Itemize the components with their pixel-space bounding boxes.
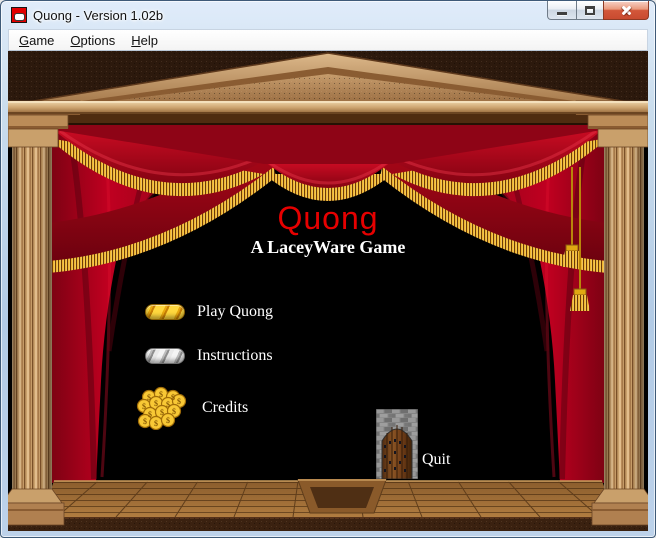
close-icon — [620, 4, 633, 17]
crossbeam — [8, 101, 648, 114]
prompter-box — [297, 479, 387, 514]
menu-options[interactable]: Options — [62, 31, 123, 50]
window-controls — [547, 1, 649, 20]
close-button[interactable] — [603, 1, 649, 20]
coin-pile-icon: $ $ $$ $ $ $$ $ $ $ $ $ — [136, 386, 187, 430]
menu-help[interactable]: Help — [123, 31, 166, 50]
svg-text:$: $ — [166, 416, 170, 425]
game-title: Quong — [277, 200, 379, 236]
minimize-button[interactable] — [547, 1, 577, 20]
svg-text:$: $ — [142, 402, 146, 411]
svg-text:$: $ — [172, 407, 176, 416]
valance-swags — [48, 113, 608, 201]
svg-text:$: $ — [171, 393, 175, 402]
game-subtitle: A LaceyWare Game — [250, 237, 406, 257]
menu-bar: Game Options Help — [8, 29, 648, 51]
app-icon — [11, 7, 27, 23]
gold-bar-icon — [145, 304, 185, 320]
credits-label: Credits — [202, 399, 249, 416]
beam-shadow-line — [8, 123, 648, 125]
svg-text:$: $ — [166, 400, 170, 409]
stage-scene — [8, 51, 648, 531]
maximize-icon — [585, 5, 595, 15]
svg-text:$: $ — [159, 390, 163, 399]
menu-game[interactable]: Game — [11, 31, 62, 50]
instructions-button[interactable]: Instructions — [145, 347, 273, 365]
play-quong-label: Play Quong — [197, 303, 273, 320]
quit-door-button[interactable] — [375, 408, 419, 480]
game-canvas: Quong A LaceyWare Game Play Quong Instru… — [8, 51, 648, 531]
credits-button[interactable]: $ $ $ $ $ $ $ $ $ $ $ $ $ Credits — [136, 386, 248, 430]
silver-bar-icon — [145, 348, 185, 364]
svg-text:$: $ — [143, 417, 147, 426]
svg-text:$: $ — [160, 408, 164, 417]
instructions-label: Instructions — [197, 347, 273, 364]
app-window: Quong - Version 1.02b Game Options Help — [0, 0, 656, 538]
window-title: Quong - Version 1.02b — [33, 7, 164, 23]
quit-label: Quit — [422, 451, 451, 468]
play-quong-button[interactable]: Play Quong — [145, 303, 273, 321]
svg-text:$: $ — [154, 399, 158, 408]
svg-text:$: $ — [147, 393, 151, 402]
minimize-icon — [557, 12, 567, 15]
svg-text:$: $ — [177, 397, 181, 406]
maximize-button[interactable] — [576, 1, 604, 20]
svg-text:$: $ — [154, 419, 158, 428]
svg-text:$: $ — [148, 410, 152, 419]
door-icon — [375, 408, 419, 480]
title-bar[interactable]: Quong - Version 1.02b — [1, 1, 655, 29]
